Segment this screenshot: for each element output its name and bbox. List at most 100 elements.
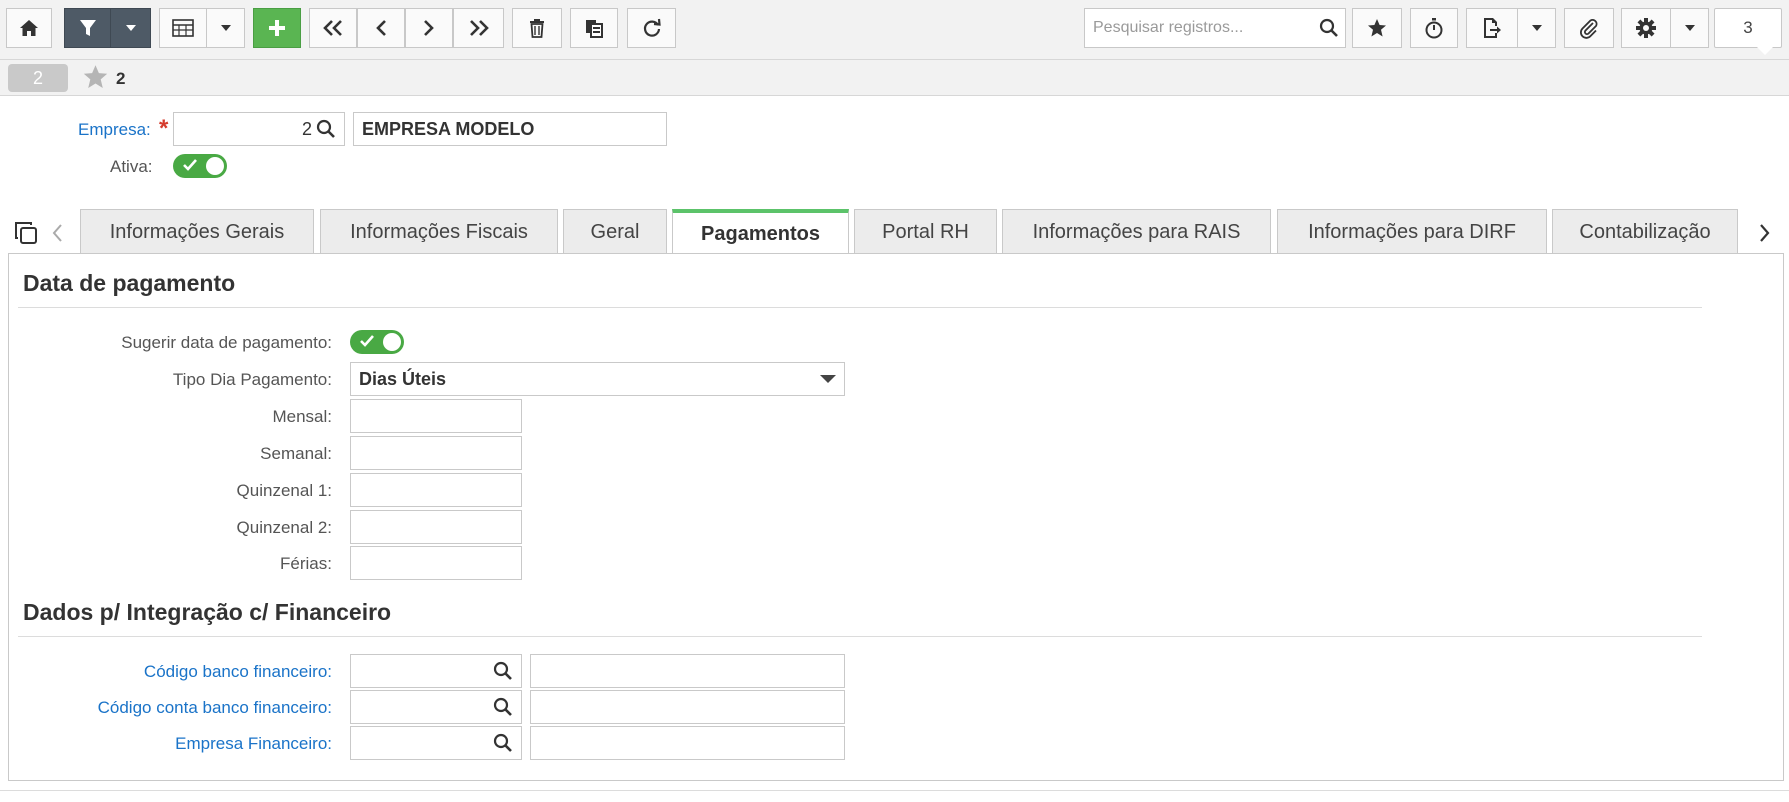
tab-label: Geral <box>590 220 640 243</box>
export-icon <box>1484 18 1501 38</box>
favorite-button[interactable] <box>1352 8 1402 48</box>
tipo-dia-select[interactable]: Dias Úteis <box>350 362 845 396</box>
quinzenal1-field[interactable] <box>350 473 522 507</box>
conta-banco-code-field[interactable] <box>350 690 522 724</box>
tab-label: Informações Gerais <box>109 220 285 243</box>
timer-button[interactable] <box>1410 8 1458 48</box>
ativa-toggle[interactable] <box>173 154 227 178</box>
paperclip-icon <box>1580 19 1598 39</box>
last-record-button[interactable] <box>453 8 504 48</box>
tab-label: Contabilização <box>1579 220 1711 243</box>
tab-portal-rh[interactable]: Portal RH <box>854 209 997 254</box>
quinzenal2-field[interactable] <box>350 510 522 544</box>
star-icon[interactable] <box>82 64 109 90</box>
search-icon[interactable] <box>493 733 513 753</box>
chevron-left-icon[interactable] <box>50 223 64 243</box>
section-title-data-pagamento: Data de pagamento <box>23 270 236 296</box>
empresa-name-value: EMPRESA MODELO <box>362 118 535 139</box>
add-button[interactable] <box>253 8 301 48</box>
tab-geral[interactable]: Geral <box>563 209 667 254</box>
caret-down-icon <box>125 25 136 31</box>
next-record-button[interactable] <box>405 8 453 48</box>
section-divider <box>18 636 1702 637</box>
plus-icon <box>269 20 285 36</box>
settings-dropdown-button[interactable] <box>1670 8 1709 48</box>
gear-icon <box>1636 18 1656 38</box>
tipo-dia-label: Tipo Dia Pagamento: <box>172 370 332 389</box>
ferias-field[interactable] <box>350 546 522 580</box>
mensal-field[interactable] <box>350 399 522 433</box>
caret-down-icon <box>1684 25 1695 31</box>
chevron-right-icon[interactable] <box>1758 223 1772 243</box>
record-id-pill[interactable]: 2 <box>8 64 68 92</box>
tab-informacoes-gerais[interactable]: Informações Gerais <box>80 209 314 254</box>
double-chevron-left-icon <box>323 20 342 36</box>
check-icon <box>183 159 197 171</box>
settings-button[interactable] <box>1621 8 1671 48</box>
search-icon[interactable] <box>316 119 336 139</box>
tab-label: Informações para DIRF <box>1308 220 1516 243</box>
sugerir-label: Sugerir data de pagamento: <box>121 333 332 352</box>
record-count-badge[interactable]: 3 <box>1714 8 1782 55</box>
search-input[interactable] <box>1091 18 1319 38</box>
previous-record-button[interactable] <box>357 8 405 48</box>
record-bar: 2 2 <box>0 60 1789 96</box>
home-button[interactable] <box>6 8 52 48</box>
filter-button[interactable] <box>64 8 111 48</box>
export-dropdown-button[interactable] <box>1517 8 1556 48</box>
grid-dropdown-button[interactable] <box>206 8 245 48</box>
semanal-field[interactable] <box>350 436 522 470</box>
tab-list-icon[interactable] <box>14 221 38 245</box>
quinzenal1-label: Quinzenal 1: <box>236 481 332 500</box>
tipo-dia-value: Dias Úteis <box>359 368 447 389</box>
tab-label: Pagamentos <box>701 222 820 245</box>
record-count-value: 3 <box>1743 18 1753 37</box>
conta-banco-label[interactable]: Código conta banco financeiro: <box>98 698 332 718</box>
toggle-knob <box>206 157 224 175</box>
empresa-code-value: 2 <box>301 118 312 139</box>
filter-icon <box>79 20 96 36</box>
semanal-label: Semanal: <box>260 444 332 463</box>
refresh-button[interactable] <box>627 8 676 48</box>
search-icon[interactable] <box>493 661 513 681</box>
export-button[interactable] <box>1466 8 1518 48</box>
tab-informacoes-dirf[interactable]: Informações para DIRF <box>1277 209 1547 254</box>
record-id-value: 2 <box>32 67 43 88</box>
search-box[interactable] <box>1084 8 1346 48</box>
banco-financeiro-desc-field <box>530 654 845 688</box>
banco-financeiro-code-field[interactable] <box>350 654 522 688</box>
search-icon[interactable] <box>493 697 513 717</box>
copy-icon <box>586 20 603 38</box>
tab-pagamentos[interactable]: Pagamentos <box>672 209 849 255</box>
conta-banco-desc-field <box>530 690 845 724</box>
filter-dropdown-button[interactable] <box>110 8 151 48</box>
bottom-divider <box>0 790 1789 791</box>
empresa-label[interactable]: Empresa: <box>78 120 151 140</box>
required-marker: * <box>159 115 169 142</box>
tab-informacoes-rais[interactable]: Informações para RAIS <box>1002 209 1271 254</box>
empresa-financeiro-label[interactable]: Empresa Financeiro: <box>175 734 332 754</box>
search-icon[interactable] <box>1319 18 1339 38</box>
ativa-label: Ativa: <box>110 157 153 176</box>
sugerir-toggle[interactable] <box>350 330 404 354</box>
banco-financeiro-label[interactable]: Código banco financeiro: <box>144 662 332 682</box>
quinzenal2-label: Quinzenal 2: <box>236 518 332 537</box>
home-icon <box>20 20 38 36</box>
section-divider <box>18 307 1702 308</box>
refresh-icon <box>643 18 661 37</box>
copy-button[interactable] <box>570 8 618 48</box>
grid-view-button[interactable] <box>159 8 207 48</box>
caret-down-icon <box>1531 25 1542 31</box>
tab-contabilizacao[interactable]: Contabilização <box>1552 209 1738 254</box>
tab-informacoes-fiscais[interactable]: Informações Fiscais <box>320 209 558 254</box>
stopwatch-icon <box>1425 18 1443 39</box>
attachment-button[interactable] <box>1564 8 1614 48</box>
first-record-button[interactable] <box>309 8 357 48</box>
table-icon <box>172 19 194 37</box>
delete-button[interactable] <box>512 8 562 48</box>
empresa-financeiro-code-field[interactable] <box>350 726 522 760</box>
chevron-right-icon <box>424 20 434 36</box>
chevron-left-icon <box>376 20 386 36</box>
empresa-code-field[interactable]: 2 <box>173 112 345 146</box>
empresa-name-field: EMPRESA MODELO <box>353 112 667 146</box>
